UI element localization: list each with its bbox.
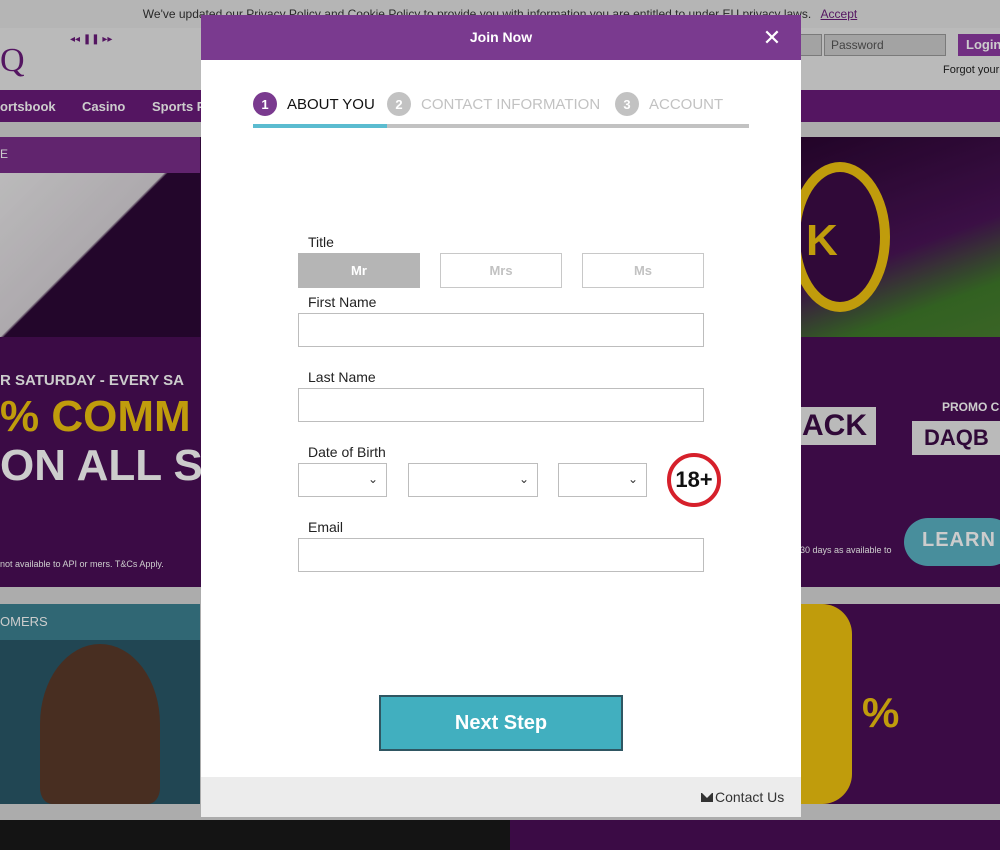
- step-contact-information: 2 CONTACT INFORMATION: [387, 91, 600, 117]
- step-number: 2: [387, 92, 411, 116]
- title-mrs-button[interactable]: Mrs: [440, 253, 562, 288]
- dob-label: Date of Birth: [308, 444, 386, 460]
- email-label: Email: [308, 519, 344, 535]
- envelope-icon: [701, 792, 713, 802]
- step-number: 1: [253, 92, 277, 116]
- contact-us-label: Contact Us: [715, 789, 785, 805]
- dob-year-select[interactable]: ⌄: [558, 463, 647, 497]
- step-indicator: 1 ABOUT YOU 2 CONTACT INFORMATION 3 ACCO…: [253, 91, 749, 131]
- chevron-down-icon: ⌄: [518, 472, 529, 486]
- contact-us-link[interactable]: Contact Us: [701, 789, 784, 805]
- step-account: 3 ACCOUNT: [615, 91, 723, 117]
- modal-title: Join Now: [469, 29, 533, 45]
- first-name-label: First Name: [308, 294, 377, 310]
- last-name-field[interactable]: [298, 388, 704, 422]
- title-label: Title: [308, 234, 334, 250]
- join-now-modal: Join Now ✕ 1 ABOUT YOU 2 CONTACT INFORMA…: [201, 15, 801, 817]
- step-label: ABOUT YOU: [287, 95, 375, 113]
- step-label: CONTACT INFORMATION: [421, 95, 601, 113]
- age-restriction-badge: 18+: [667, 453, 721, 507]
- close-icon[interactable]: ✕: [759, 25, 785, 51]
- step-number: 3: [615, 92, 639, 116]
- first-name-field[interactable]: [298, 313, 704, 347]
- title-mr-button[interactable]: Mr: [298, 253, 420, 288]
- dob-day-select[interactable]: ⌄: [298, 463, 387, 497]
- title-ms-button[interactable]: Ms: [582, 253, 704, 288]
- modal-header: Join Now ✕: [201, 15, 801, 60]
- progress-fill: [253, 124, 387, 128]
- chevron-down-icon: ⌄: [367, 472, 378, 486]
- chevron-down-icon: ⌄: [627, 472, 638, 486]
- last-name-label: Last Name: [308, 369, 376, 385]
- email-field[interactable]: [298, 538, 704, 572]
- step-about-you: 1 ABOUT YOU: [253, 91, 375, 117]
- dob-month-select[interactable]: ⌄: [408, 463, 538, 497]
- step-label: ACCOUNT: [649, 95, 724, 113]
- modal-footer: Contact Us: [201, 777, 801, 817]
- next-step-button[interactable]: Next Step: [379, 695, 623, 751]
